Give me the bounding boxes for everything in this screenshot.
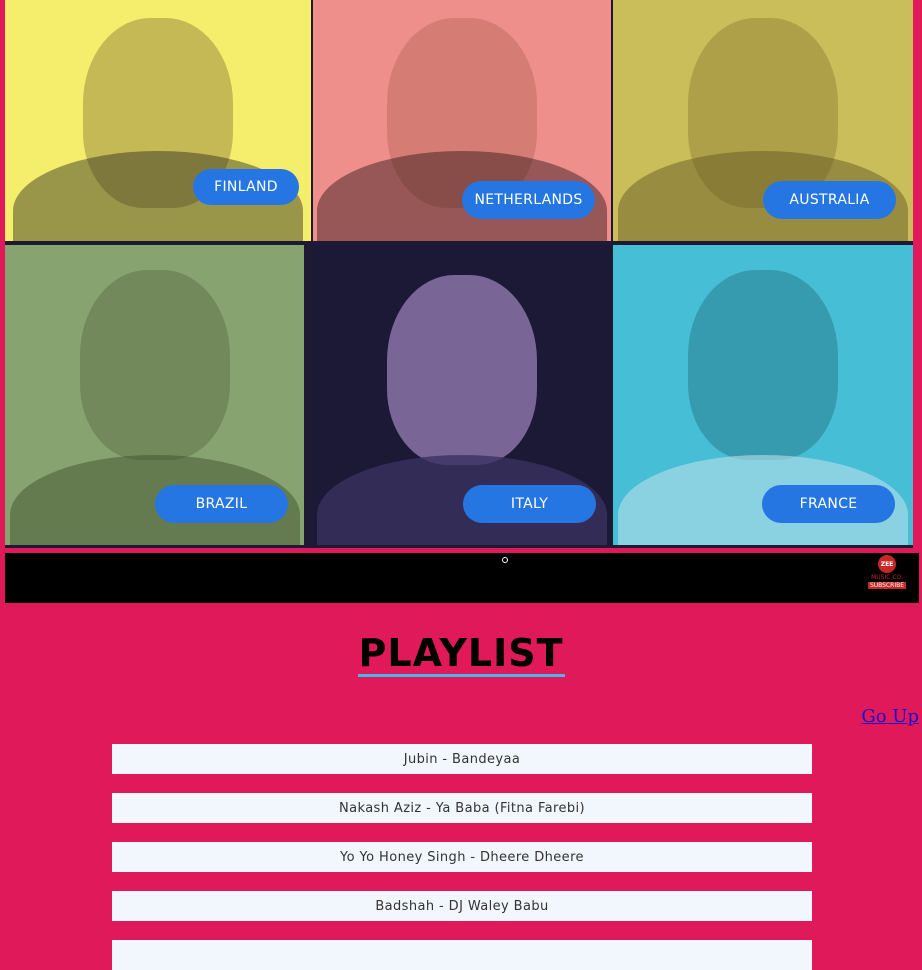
loading-dot-icon (502, 557, 508, 563)
artist-tile-brazil[interactable]: BRAZIL (5, 245, 304, 545)
artist-tile-netherlands[interactable]: NETHERLANDS (313, 0, 611, 241)
playlist-item[interactable]: Badshah - DJ Waley Babu (112, 891, 812, 921)
channel-logo[interactable]: ZEE MUSIC CO. SUBSCRIBE (867, 553, 907, 593)
logo-text: MUSIC CO. (871, 574, 903, 581)
go-up-link[interactable]: Go Up (861, 706, 919, 727)
playlist-item[interactable]: Yo Yo Honey Singh - Dheere Dheere (112, 842, 812, 872)
artist-grid: FINLAND NETHERLANDS AUSTRALIA BRAZIL ITA… (5, 0, 913, 548)
country-button-finland[interactable]: FINLAND (193, 169, 299, 205)
artist-photo-brazil (79, 270, 230, 460)
country-button-australia[interactable]: AUSTRALIA (763, 181, 896, 219)
artist-tile-italy[interactable]: ITALY (313, 245, 611, 545)
playlist-item[interactable]: Jubin - Bandeyaa (112, 744, 812, 774)
country-button-brazil[interactable]: BRAZIL (155, 485, 288, 523)
playlist-heading: PLAYLIST (0, 632, 922, 677)
playlist-item[interactable]: Nakash Aziz - Ya Baba (Fitna Farebi) (112, 793, 812, 823)
logo-mark: ZEE (878, 555, 896, 573)
subscribe-badge[interactable]: SUBSCRIBE (867, 582, 907, 589)
artist-tile-finland[interactable]: FINLAND (5, 0, 311, 241)
video-strip[interactable]: ZEE MUSIC CO. SUBSCRIBE (5, 553, 919, 603)
artist-tile-australia[interactable]: AUSTRALIA (613, 0, 913, 241)
playlist-title: PLAYLIST (357, 631, 565, 677)
country-button-italy[interactable]: ITALY (463, 485, 596, 523)
artist-tile-france[interactable]: FRANCE (613, 245, 913, 545)
artist-photo-italy (387, 275, 537, 465)
country-button-france[interactable]: FRANCE (762, 485, 895, 523)
playlist-item[interactable] (112, 940, 812, 970)
artist-photo-france (688, 270, 838, 460)
country-button-netherlands[interactable]: NETHERLANDS (462, 181, 595, 219)
